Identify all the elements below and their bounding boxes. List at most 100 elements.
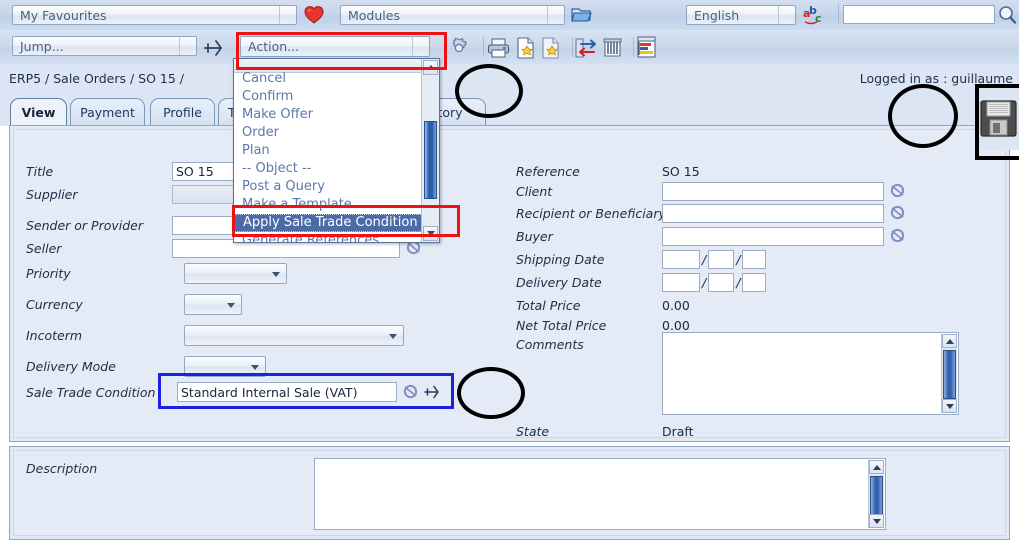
favourites-label: My Favourites: [20, 7, 107, 23]
shipping-date-month[interactable]: [708, 250, 735, 269]
scroll-up-icon[interactable]: [423, 60, 438, 75]
sender-label: Sender or Provider: [26, 218, 144, 233]
action-toolbar: Jump... Action...: [0, 30, 1019, 65]
comments-scrollbar[interactable]: [941, 334, 957, 413]
scroll-up-icon[interactable]: [869, 460, 884, 474]
action-select[interactable]: Action...: [240, 36, 430, 57]
action-option-apply-sale-trade-condition[interactable]: Apply Sale Trade Condition: [234, 214, 422, 232]
reference-label: Reference: [516, 164, 580, 179]
scroll-up-icon[interactable]: [942, 334, 957, 348]
incoterm-select[interactable]: [184, 325, 404, 346]
plane-jump-icon[interactable]: [203, 38, 223, 56]
description-label: Description: [26, 461, 98, 476]
shipping-date-day[interactable]: [662, 250, 700, 269]
abc-translate-icon[interactable]: a b c: [803, 3, 827, 26]
sale-trade-condition-input[interactable]: [177, 382, 397, 402]
incoterm-label: Incoterm: [26, 328, 83, 343]
delivery-date-label: Delivery Date: [516, 275, 602, 290]
search-input[interactable]: [843, 5, 995, 24]
delivery-date-day[interactable]: [662, 273, 700, 292]
currency-select[interactable]: [184, 294, 242, 315]
chevron-down-icon[interactable]: [412, 37, 429, 56]
scrollbar-thumb[interactable]: [943, 350, 956, 399]
exchange-arrows-icon[interactable]: [574, 36, 598, 59]
jump-select[interactable]: Jump...: [12, 36, 197, 56]
floppy-save-icon[interactable]: [979, 99, 1017, 137]
title-label: Title: [26, 164, 54, 179]
delivery-date-year[interactable]: [742, 273, 767, 292]
dropdown-scrollbar[interactable]: [421, 59, 439, 242]
tab-profile[interactable]: Profile: [150, 98, 215, 125]
date-separator: /: [736, 275, 741, 290]
print-icon[interactable]: [486, 36, 510, 59]
scrollbar-thumb[interactable]: [870, 476, 883, 517]
action-option-make-a-template[interactable]: Make a Template: [234, 196, 422, 214]
scrollbar-thumb[interactable]: [424, 121, 437, 199]
chevron-down-icon[interactable]: [778, 6, 795, 24]
description-scrollbar[interactable]: [868, 460, 884, 528]
erp5-application-window: My Favourites Modules English a b c Jump…: [0, 0, 1019, 546]
annotation-circle-trade-condition: [457, 367, 525, 419]
tab-payment[interactable]: Payment: [70, 98, 145, 125]
action-option-post-a-query[interactable]: Post a Query: [234, 178, 422, 196]
delete-icon[interactable]: [601, 36, 623, 59]
modules-select[interactable]: Modules: [340, 5, 565, 25]
chevron-down-icon[interactable]: [279, 6, 296, 24]
delivery-mode-select[interactable]: [184, 356, 266, 377]
magnifier-icon[interactable]: [997, 4, 1017, 25]
modules-label: Modules: [348, 7, 400, 23]
plane-jump-icon[interactable]: [424, 385, 440, 399]
action-option-generate-references[interactable]: Generate References: [234, 232, 422, 242]
top-header-bar: My Favourites Modules English a b c: [0, 0, 1019, 31]
priority-select[interactable]: [184, 263, 287, 284]
chevron-down-icon[interactable]: [547, 6, 564, 24]
heart-icon[interactable]: [303, 4, 325, 25]
relation-wheel-icon[interactable]: [890, 205, 905, 220]
new-document-icon[interactable]: [513, 36, 537, 59]
action-option-order[interactable]: Order: [234, 124, 422, 142]
tab-view[interactable]: View: [10, 98, 67, 125]
relation-wheel-icon[interactable]: [890, 183, 905, 198]
action-option-plan[interactable]: Plan: [234, 142, 422, 160]
open-folder-icon[interactable]: [570, 4, 592, 25]
comments-textarea[interactable]: [662, 332, 959, 415]
annotation-circle-toolbar: [455, 64, 523, 118]
gear-icon[interactable]: [447, 36, 470, 59]
language-select[interactable]: English: [686, 5, 796, 25]
date-separator: /: [702, 252, 707, 267]
state-label: State: [516, 424, 550, 439]
recipient-input[interactable]: [662, 204, 884, 223]
description-textarea[interactable]: [314, 458, 886, 530]
priority-label: Priority: [26, 266, 71, 281]
scroll-down-icon[interactable]: [869, 514, 884, 528]
language-label: English: [694, 7, 740, 23]
scroll-down-icon[interactable]: [423, 226, 438, 241]
seller-label: Seller: [26, 241, 62, 256]
action-option-confirm[interactable]: Confirm: [234, 88, 422, 106]
relation-wheel-icon[interactable]: [890, 228, 905, 243]
delivery-date-month[interactable]: [708, 273, 735, 292]
action-option-cancel[interactable]: Cancel: [234, 70, 422, 88]
client-input[interactable]: [662, 182, 884, 201]
reference-value: SO 15: [662, 164, 700, 179]
action-option-make-offer[interactable]: Make Offer: [234, 106, 422, 124]
shipping-date-year[interactable]: [742, 250, 767, 269]
save-button[interactable]: [977, 86, 1019, 150]
chevron-down-icon[interactable]: [179, 37, 196, 55]
scroll-down-icon[interactable]: [942, 399, 957, 413]
logged-in-user: Logged in as : guillaume: [859, 71, 1013, 86]
breadcrumb[interactable]: ERP5 / Sale Orders / SO 15 /: [9, 71, 184, 86]
shipping-date-group: / /: [662, 250, 767, 269]
net-total-price-label: Net Total Price: [516, 318, 607, 333]
action-dropdown-list[interactable]: Cancel Confirm Make Offer Order Plan -- …: [233, 58, 440, 243]
favourites-select[interactable]: My Favourites: [12, 5, 297, 25]
buyer-input[interactable]: [662, 227, 884, 246]
copy-document-icon[interactable]: [538, 36, 562, 59]
tab-label: Payment: [80, 104, 135, 120]
comments-label: Comments: [516, 337, 584, 352]
relation-wheel-icon[interactable]: [403, 384, 418, 399]
action-option-object-separator[interactable]: -- Object --: [234, 160, 422, 178]
report-chart-icon[interactable]: [635, 35, 659, 59]
client-label: Client: [516, 184, 553, 199]
currency-label: Currency: [26, 297, 83, 312]
